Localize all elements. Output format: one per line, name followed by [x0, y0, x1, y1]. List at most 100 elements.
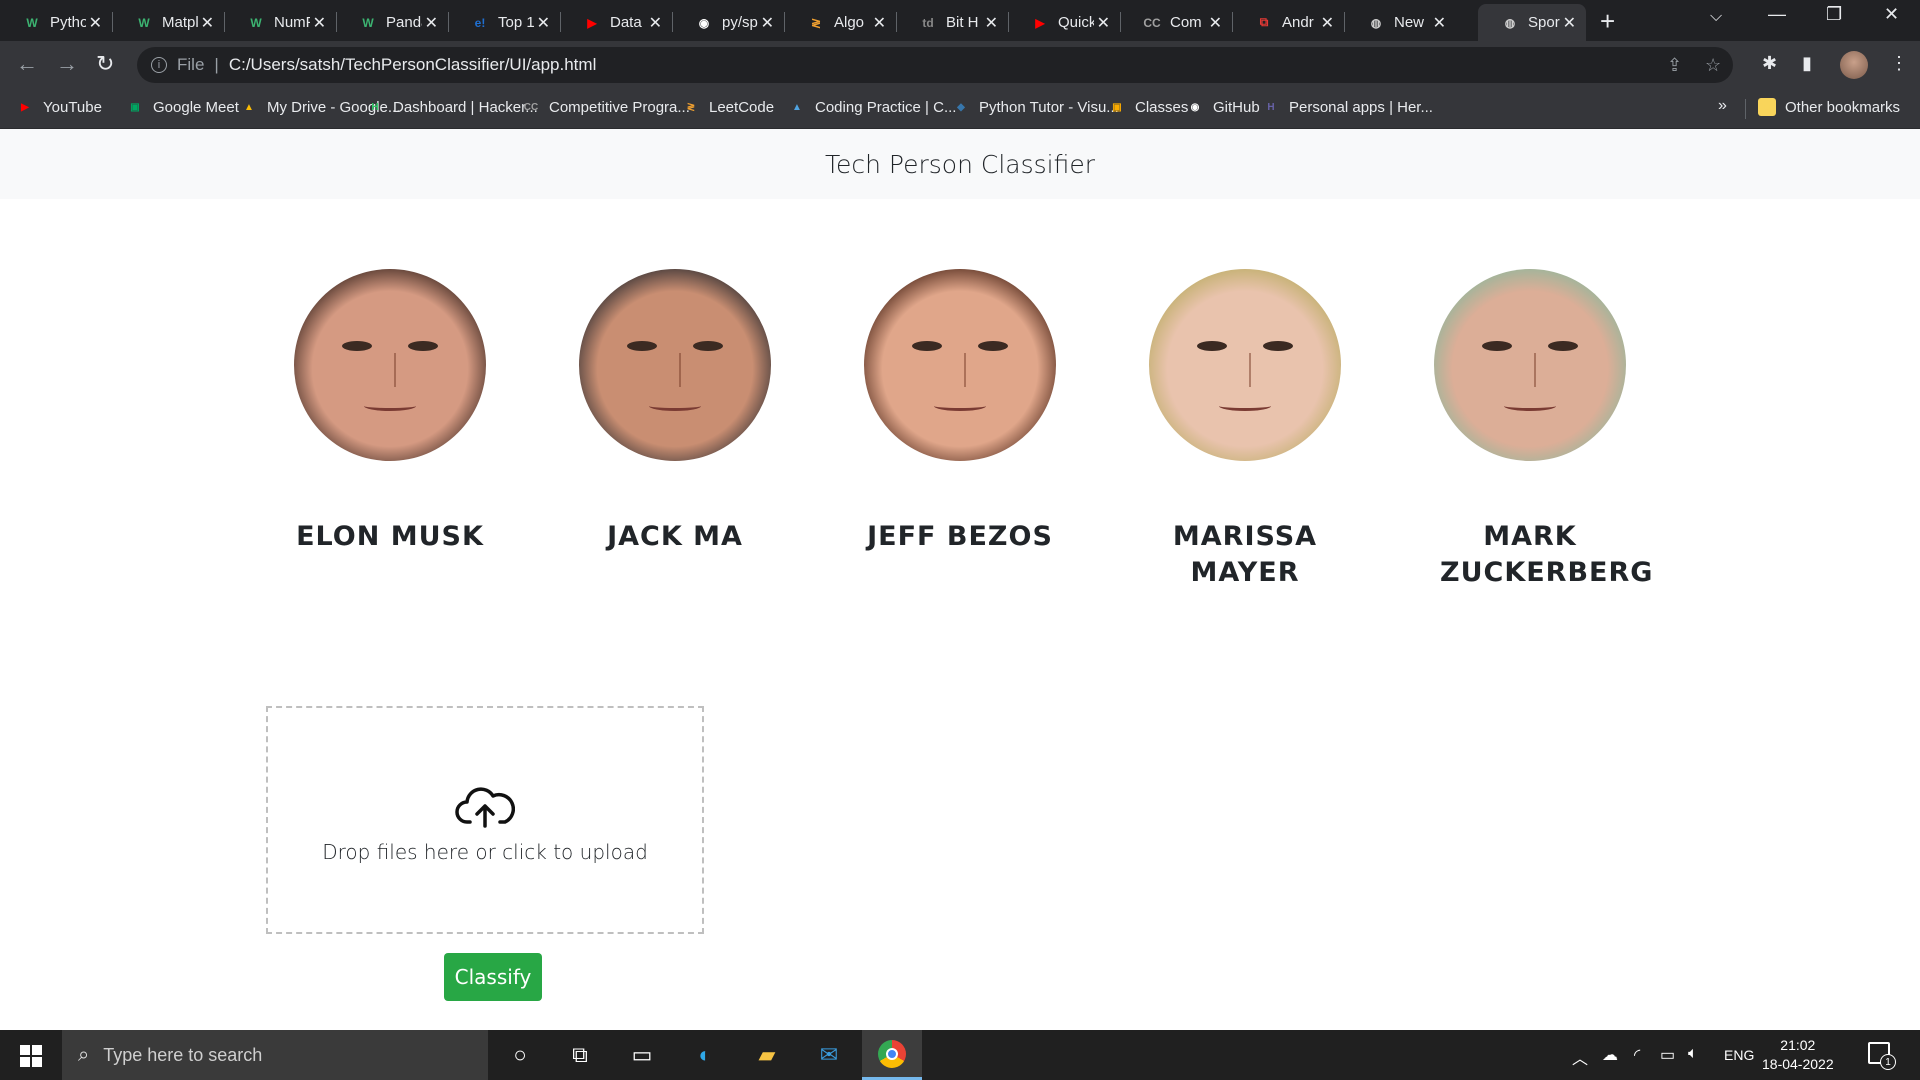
browser-tab[interactable]: ◉ py/sp ✕: [672, 4, 784, 41]
tab-close-icon[interactable]: ✕: [425, 13, 438, 33]
tab-search-icon[interactable]: ⌵: [1710, 8, 1722, 26]
search-icon: ⌕: [78, 1043, 90, 1066]
notification-icon[interactable]: 1: [1868, 1042, 1896, 1070]
tab-separator: [1232, 12, 1233, 32]
browser-tab[interactable]: W Pandas✕: [336, 4, 448, 41]
bookmark-item[interactable]: ≷ LeetCode: [682, 98, 774, 116]
browser-toolbar: ← → ↻ i File | C:/Users/satsh/TechPerson…: [0, 41, 1920, 89]
tab-close-icon[interactable]: ✕: [873, 13, 886, 33]
browser-tab[interactable]: ▶ Data ✕: [560, 4, 672, 41]
browser-tab[interactable]: ◍ New ✕: [1344, 4, 1456, 41]
close-window-icon[interactable]: ✕: [1884, 4, 1899, 25]
show-hidden-icons[interactable]: ︿: [1572, 1045, 1588, 1069]
bookmarks-overflow-icon[interactable]: »: [1718, 97, 1727, 115]
windows-start-icon[interactable]: [20, 1045, 42, 1067]
bookmark-item[interactable]: ▶ YouTube: [16, 98, 102, 116]
tab-close-icon[interactable]: ✕: [985, 13, 998, 33]
tab-close-icon[interactable]: ✕: [1563, 13, 1576, 33]
tab-separator: [672, 12, 673, 32]
classify-button[interactable]: Classify: [444, 953, 542, 1001]
extensions-icon[interactable]: ✱: [1762, 53, 1777, 74]
browser-tab[interactable]: ⧉ Andr ✕: [1232, 4, 1344, 41]
bookmark-item[interactable]: ◆ Python Tutor - Visu...: [952, 98, 1119, 116]
task-view-icon[interactable]: ⧉: [565, 1040, 595, 1070]
bookmark-item[interactable]: ▣ Classes: [1108, 98, 1188, 116]
bookmark-item[interactable]: ◉ GitHub: [1186, 98, 1260, 116]
profile-avatar[interactable]: [1840, 51, 1868, 79]
minimize-icon[interactable]: —: [1768, 4, 1786, 25]
forward-icon[interactable]: →: [56, 51, 78, 77]
site-info-icon[interactable]: i: [151, 57, 167, 73]
chrome-taskbar-button[interactable]: [862, 1030, 922, 1080]
tab-close-icon[interactable]: ✕: [1433, 13, 1446, 33]
tab-favicon-icon: W: [26, 15, 38, 30]
bookmark-item[interactable]: ▲ Coding Practice | C...: [788, 98, 956, 116]
address-scheme-label: File: [177, 55, 205, 74]
browser-tab[interactable]: ▶ Quick ✕: [1008, 4, 1120, 41]
person-name: JEFF BEZOS: [867, 521, 1053, 552]
new-tab-button[interactable]: +: [1600, 6, 1615, 37]
tab-title: Algo: [834, 14, 865, 31]
tab-close-icon[interactable]: ✕: [537, 13, 550, 33]
menu-icon[interactable]: ⋮: [1890, 53, 1908, 74]
battery-icon[interactable]: ▭: [1660, 1045, 1675, 1065]
tab-close-icon[interactable]: ✕: [89, 13, 102, 33]
file-dropzone[interactable]: Drop files here or click to upload: [266, 706, 704, 934]
back-icon[interactable]: ←: [16, 51, 38, 77]
file-explorer-icon[interactable]: ▰: [752, 1040, 782, 1070]
bookmark-favicon-icon: ◉: [1190, 101, 1200, 113]
tab-close-icon[interactable]: ✕: [761, 13, 774, 33]
person-card: JACK MA: [555, 269, 795, 555]
clock-time: 21:02: [1780, 1037, 1816, 1053]
bookmark-favicon-icon: H: [1267, 101, 1275, 113]
bookmark-favicon-icon: ▣: [130, 101, 140, 113]
bookmark-star-icon[interactable]: ☆: [1705, 55, 1721, 76]
bookmark-label: YouTube: [43, 98, 102, 116]
address-url[interactable]: C:/Users/satsh/TechPersonClassifier/UI/a…: [229, 55, 597, 75]
person-card: MARISSA MAYER: [1125, 269, 1365, 591]
browser-tab[interactable]: W NumPy✕: [224, 4, 336, 41]
cortana-icon[interactable]: ○: [505, 1040, 535, 1070]
other-bookmarks[interactable]: ■ Other bookmarks: [1758, 98, 1900, 116]
browser-tab[interactable]: CC Com ✕: [1120, 4, 1232, 41]
tab-title: Andr: [1282, 14, 1314, 31]
tab-close-icon[interactable]: ✕: [649, 13, 662, 33]
tab-close-icon[interactable]: ✕: [1321, 13, 1334, 33]
bookmark-item[interactable]: H Personal apps | Her...: [1262, 98, 1433, 116]
tab-close-icon[interactable]: ✕: [1097, 13, 1110, 33]
edge-icon[interactable]: ◐: [690, 1040, 720, 1070]
browser-tab[interactable]: ◍ Spor ✕: [1478, 4, 1586, 41]
browser-tab[interactable]: td Bit H ✕: [896, 4, 1008, 41]
face-eye: [342, 341, 372, 351]
onedrive-icon[interactable]: ☁: [1602, 1045, 1618, 1065]
address-bar[interactable]: i File | C:/Users/satsh/TechPersonClassi…: [137, 47, 1733, 83]
side-panel-icon[interactable]: ▮: [1802, 53, 1812, 74]
restore-icon[interactable]: ❐: [1826, 4, 1842, 25]
reload-icon[interactable]: ↻: [96, 51, 114, 77]
volume-icon[interactable]: 🔈︎: [1688, 1045, 1698, 1063]
browser-tab[interactable]: W Matplotlib✕: [112, 4, 224, 41]
browser-tab[interactable]: e! Top 10✕: [448, 4, 560, 41]
wifi-icon[interactable]: ◜: [1634, 1045, 1640, 1065]
bookmark-label: Personal apps | Her...: [1289, 98, 1433, 116]
terminal-icon[interactable]: ▭: [627, 1040, 657, 1070]
tab-separator: [448, 12, 449, 32]
tab-favicon-icon: W: [362, 15, 374, 30]
bookmark-item[interactable]: H Dashboard | Hacker...: [366, 98, 537, 116]
clock[interactable]: 21:02 18-04-2022: [1762, 1036, 1834, 1074]
browser-tab[interactable]: ≷ Algo ✕: [784, 4, 896, 41]
bookmark-item[interactable]: CC Competitive Progra...: [522, 98, 690, 116]
taskbar-search[interactable]: ⌕ Type here to search: [62, 1030, 488, 1080]
tab-separator: [560, 12, 561, 32]
person-name: ELON MUSK: [296, 521, 484, 552]
tab-close-icon[interactable]: ✕: [1209, 13, 1222, 33]
share-icon[interactable]: ⇪: [1667, 55, 1682, 76]
face-eye: [978, 341, 1008, 351]
tab-close-icon[interactable]: ✕: [313, 13, 326, 33]
browser-tab[interactable]: W Python✕: [0, 4, 112, 41]
tab-strip: + ⌵ — ❐ ✕ WPython✕WMatplotlib✕WNumPy✕WPa…: [0, 0, 1920, 41]
bookmark-item[interactable]: ▣ Google Meet: [126, 98, 239, 116]
tab-close-icon[interactable]: ✕: [201, 13, 214, 33]
mail-icon[interactable]: ✉: [814, 1040, 844, 1070]
language-indicator[interactable]: ENG: [1724, 1047, 1754, 1063]
